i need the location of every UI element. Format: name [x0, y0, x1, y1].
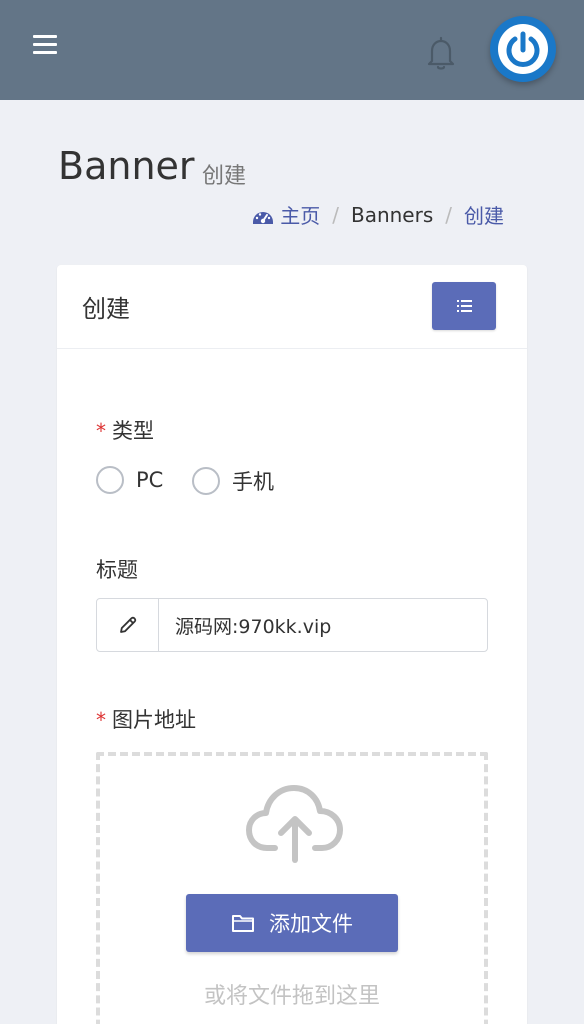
- image-label-text: 图片地址: [112, 708, 196, 732]
- drop-hint: 或将文件拖到这里: [203, 984, 380, 1009]
- breadcrumb-home-label: 主页: [280, 204, 321, 228]
- title-label: 标题: [96, 558, 138, 582]
- cloud-upload-icon: [246, 785, 343, 863]
- title-input-group: [96, 598, 488, 652]
- bell-icon[interactable]: [424, 34, 458, 72]
- type-label-text: 类型: [112, 419, 154, 443]
- radio-mobile[interactable]: 手机: [192, 466, 274, 496]
- breadcrumb-current[interactable]: 创建: [464, 200, 504, 229]
- radio-pc-label: PC: [136, 468, 164, 492]
- image-label: * 图片地址: [96, 704, 196, 734]
- dashboard-icon: [253, 212, 274, 224]
- breadcrumb-separator: /: [332, 202, 339, 227]
- list-button[interactable]: [432, 282, 496, 330]
- breadcrumb-separator: /: [445, 202, 452, 227]
- radio-circle[interactable]: [192, 467, 220, 495]
- page-subtitle: 创建: [202, 164, 247, 189]
- breadcrumb-section[interactable]: Banners: [351, 203, 433, 227]
- card-title: 创建: [82, 295, 130, 323]
- card-header: 创建: [57, 265, 527, 349]
- pencil-icon: [97, 599, 159, 651]
- add-file-button[interactable]: 添加文件: [186, 894, 398, 952]
- file-dropzone[interactable]: 添加文件 或将文件拖到这里: [96, 752, 488, 1024]
- radio-pc[interactable]: PC: [96, 466, 163, 494]
- folder-icon: [232, 915, 254, 932]
- hamburger-icon[interactable]: [31, 32, 59, 56]
- radio-circle[interactable]: [96, 466, 124, 494]
- required-mark: *: [96, 419, 106, 443]
- breadcrumb-home[interactable]: 主页: [252, 200, 320, 229]
- add-file-button-label: 添加文件: [269, 912, 353, 936]
- required-mark: *: [96, 708, 106, 732]
- power-icon: [498, 24, 548, 74]
- radio-mobile-label: 手机: [232, 470, 274, 494]
- list-icon: [457, 300, 472, 312]
- create-card: 创建 * 类型 PC 手机 标题 源码网:970kk.vip * 图片地址 添加…: [57, 265, 527, 1024]
- type-label: * 类型: [96, 415, 154, 445]
- top-navbar: [0, 0, 584, 100]
- page-title: Banner: [58, 144, 195, 188]
- avatar[interactable]: [490, 16, 556, 82]
- breadcrumb: 主页 / Banners / 创建: [252, 200, 504, 229]
- title-input[interactable]: [159, 599, 487, 651]
